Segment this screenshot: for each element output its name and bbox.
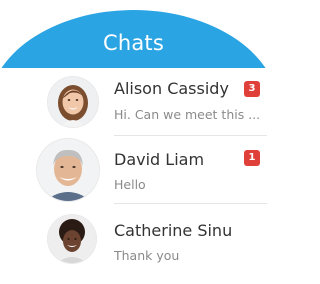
unread-badge: 3: [244, 81, 260, 97]
more-dots-icon[interactable]: [122, 276, 158, 282]
message-preview: Thank you: [114, 248, 180, 263]
woman-curly-hair-avatar-icon: [48, 215, 96, 263]
message-preview: Hello: [114, 177, 146, 192]
contact-name: David Liam: [114, 150, 205, 169]
woman-smiling-avatar-icon: [48, 77, 98, 127]
chat-item-david-liam[interactable]: David Liam 1 Hello: [0, 136, 267, 204]
chat-item-catherine-sinu[interactable]: Catherine Sinu Thank you: [0, 204, 267, 272]
message-preview: Hi. Can we meet this ...: [114, 107, 261, 122]
contact-name: Alison Cassidy: [114, 79, 229, 98]
grey-haired-man-avatar-icon: [37, 139, 99, 201]
avatar: [48, 215, 96, 263]
contact-name: Catherine Sinu: [114, 221, 233, 240]
chat-list-screen: Chats Alison Cassidy 3 Hi. Can we meet t…: [0, 0, 267, 284]
page-title: Chats: [102, 31, 165, 55]
avatar: [48, 77, 98, 127]
avatar: [37, 139, 99, 201]
unread-badge: 1: [244, 150, 260, 166]
chat-item-alison-cassidy[interactable]: Alison Cassidy 3 Hi. Can we meet this ..…: [0, 68, 267, 136]
